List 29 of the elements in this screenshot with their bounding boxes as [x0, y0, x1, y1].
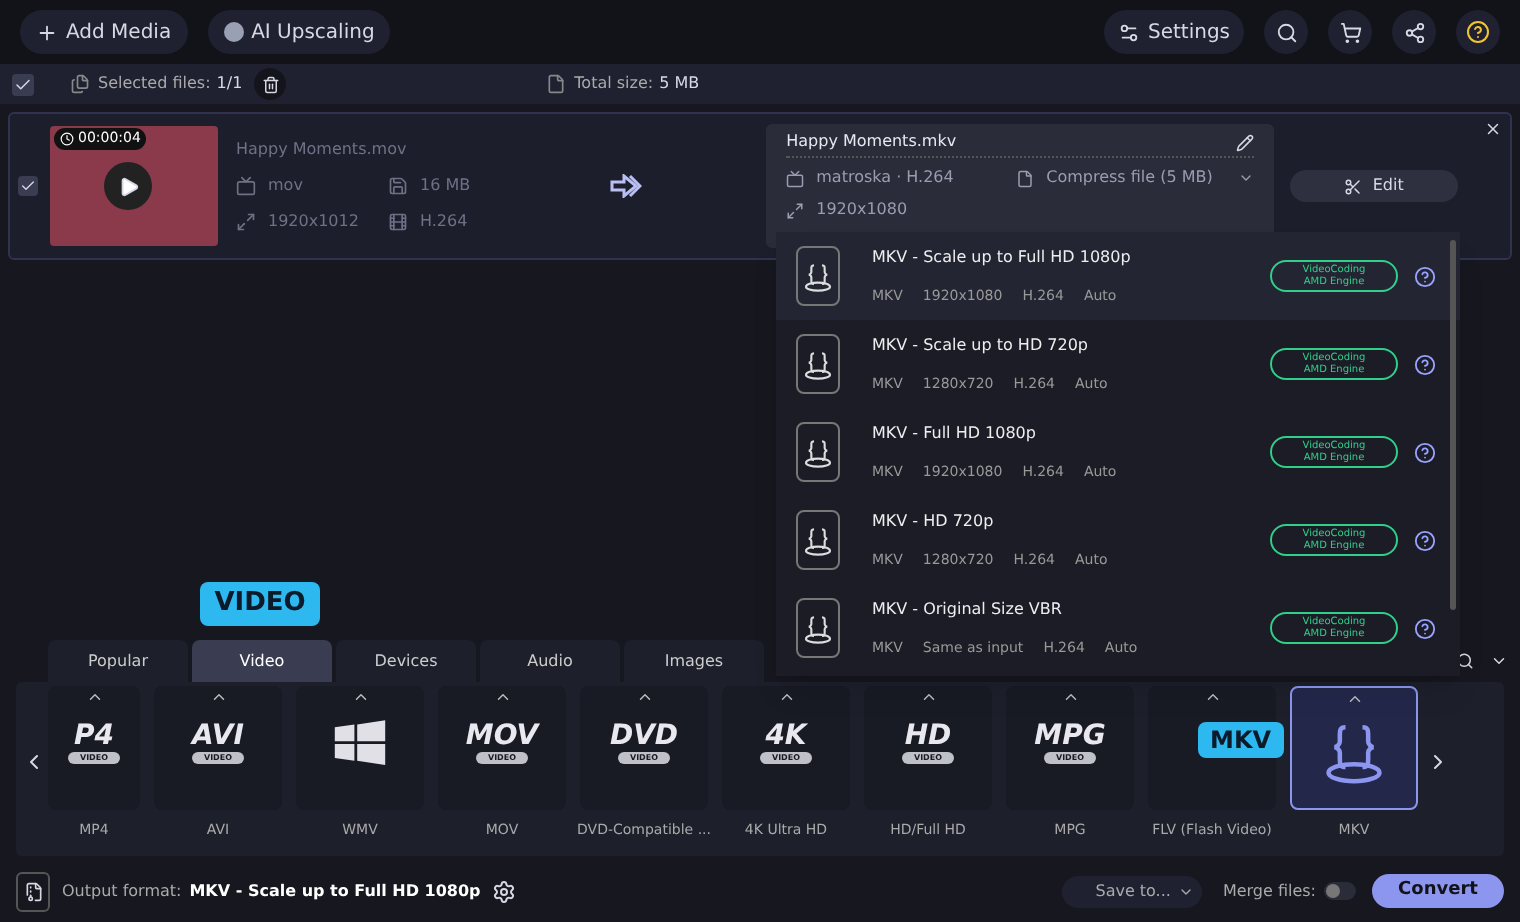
- preset-title: MKV - HD 720p: [872, 509, 996, 534]
- source-size: 16 MB: [420, 174, 471, 198]
- merge-files-label: Merge files:: [1222, 879, 1316, 903]
- source-resolution: 1920x1012: [268, 210, 359, 234]
- preset-title: MKV - Original Size VBR: [872, 597, 1064, 622]
- format-logo: 4K: [765, 722, 807, 750]
- format-tooltip: MKV: [1198, 722, 1284, 758]
- output-format-value: MKV - Scale up to Full HD 1080p: [189, 879, 481, 903]
- format-logo: HD: [904, 722, 952, 750]
- source-codec: H.264: [420, 210, 468, 234]
- selected-files-label: Selected files:: [98, 72, 211, 96]
- total-size-label: Total size:: [574, 72, 654, 96]
- selected-files-value: 1/1: [216, 72, 243, 96]
- output-file-name: Happy Moments.mkv: [786, 130, 957, 154]
- format-logo: DVD: [609, 722, 679, 750]
- preset-title: MKV - Scale up to HD 720p: [872, 333, 1090, 358]
- preset-title: MKV - Scale up to Full HD 1080p: [872, 245, 1131, 270]
- preset-title: MKV - Full HD 1080p: [872, 421, 1038, 446]
- format-logo: P4: [73, 722, 114, 750]
- format-logo: MOV: [465, 722, 539, 750]
- output-resolution: 1920x1080: [816, 198, 908, 222]
- total-size-value: 5 MB: [659, 72, 700, 96]
- source-file-name: Happy Moments.mov: [236, 138, 409, 162]
- format-logo: AVI: [192, 722, 244, 750]
- output-format: matroska · H.264: [816, 166, 956, 190]
- source-container: mov: [268, 174, 303, 198]
- tab-tooltip: VIDEO: [200, 582, 320, 626]
- format-logo: MPG: [1034, 722, 1106, 750]
- output-format-label: Output format:: [62, 879, 182, 903]
